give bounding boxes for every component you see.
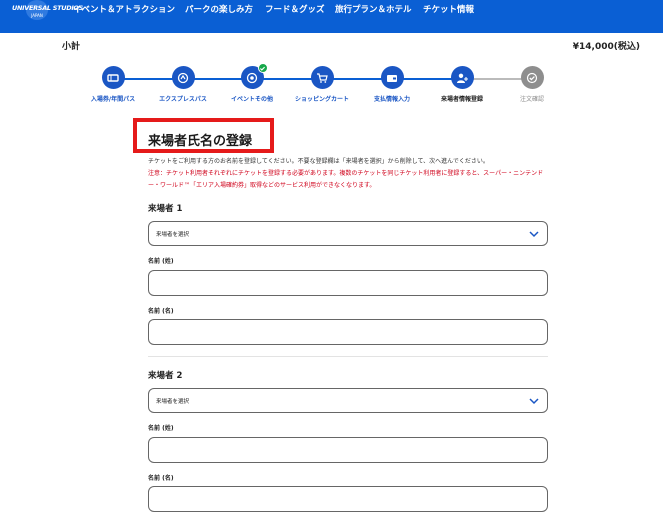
nav-events-attractions[interactable]: イベント＆アトラクション (73, 3, 175, 15)
select-value: 来場者を選択 (156, 232, 190, 238)
logo-text: UNIVERSAL STUDIOS (12, 4, 84, 12)
chevron-down-icon (529, 398, 539, 405)
step-label: エクスプレスパス (159, 96, 207, 103)
step-label: 注文確認 (519, 96, 544, 103)
last-name-input-2[interactable] (148, 437, 548, 463)
done-check-icon (257, 63, 268, 73)
first-name-input-1[interactable] (148, 319, 548, 345)
last-name-input-1[interactable] (148, 270, 548, 296)
nav-ticket-info[interactable]: チケット情報 (423, 3, 474, 15)
step-order-confirm: 注文確認 (492, 66, 572, 103)
logo-subtext: JAPAN (31, 13, 43, 18)
visitor-select-1[interactable]: 来場者を選択 (148, 221, 548, 246)
step-events[interactable]: イベントその他 (212, 63, 292, 103)
step-label: 入場券/年間パス (90, 96, 136, 103)
check-icon (520, 66, 544, 89)
ticket-icon (101, 66, 125, 89)
visitor-select-2[interactable]: 来場者を選択 (148, 388, 548, 413)
step-visitor-info[interactable]: 来場者情報登録 (422, 66, 502, 103)
select-value: 来場者を選択 (156, 399, 190, 405)
step-express-pass[interactable]: エクスプレスパス (143, 66, 223, 103)
first-name-input-2[interactable] (148, 486, 548, 512)
section-divider (148, 356, 548, 357)
user-add-icon (450, 66, 474, 89)
step-payment[interactable]: 支払情報入力 (352, 66, 432, 103)
page-title: 来場者氏名の登録 (148, 134, 253, 149)
chevron-down-icon (529, 231, 539, 238)
first-name-label-2: 名前 (名) (148, 475, 174, 482)
first-name-label-1: 名前 (名) (148, 308, 174, 315)
visitor-heading-1: 来場者 1 (148, 204, 183, 214)
subtotal-value: ¥14,000(税込) (572, 42, 640, 52)
wallet-icon (380, 66, 404, 89)
nav-travel-hotel[interactable]: 旅行プラン＆ホテル (335, 3, 412, 15)
cart-icon (310, 66, 334, 89)
nav-park-enjoy[interactable]: パークの楽しみ方 (185, 3, 253, 15)
form-notice: 注意：チケット利用者それぞれにチケットを登録する必要があります。複数のチケットを… (148, 170, 544, 189)
subtotal-label: 小計 (62, 42, 81, 52)
step-label: ショッピングカート (294, 96, 349, 103)
event-icon (240, 63, 268, 89)
progress-steps: 入場券/年間パス エクスプレスパス イベントその他 ショッピングカート 支払情報… (0, 63, 663, 106)
step-tickets[interactable]: 入場券/年間パス (73, 66, 153, 103)
last-name-label-2: 名前 (姓) (148, 425, 174, 432)
last-name-label-1: 名前 (姓) (148, 258, 174, 265)
step-cart[interactable]: ショッピングカート (282, 66, 362, 103)
header-bar: UNIVERSAL STUDIOS JAPAN イベント＆アトラクション パーク… (0, 0, 663, 33)
form-description: チケットをご利用する方のお名前を登録してください。不要な登録欄は「来場者を選択」… (148, 158, 489, 165)
step-label: 来場者情報登録 (440, 96, 483, 103)
nav-food-goods[interactable]: フード＆グッズ (265, 3, 325, 15)
step-label: 支払情報入力 (373, 96, 410, 103)
universal-studios-logo[interactable]: UNIVERSAL STUDIOS JAPAN (12, 0, 84, 22)
visitor-heading-2: 来場者 2 (148, 371, 183, 381)
express-icon (171, 66, 195, 89)
step-label: イベントその他 (230, 96, 273, 103)
